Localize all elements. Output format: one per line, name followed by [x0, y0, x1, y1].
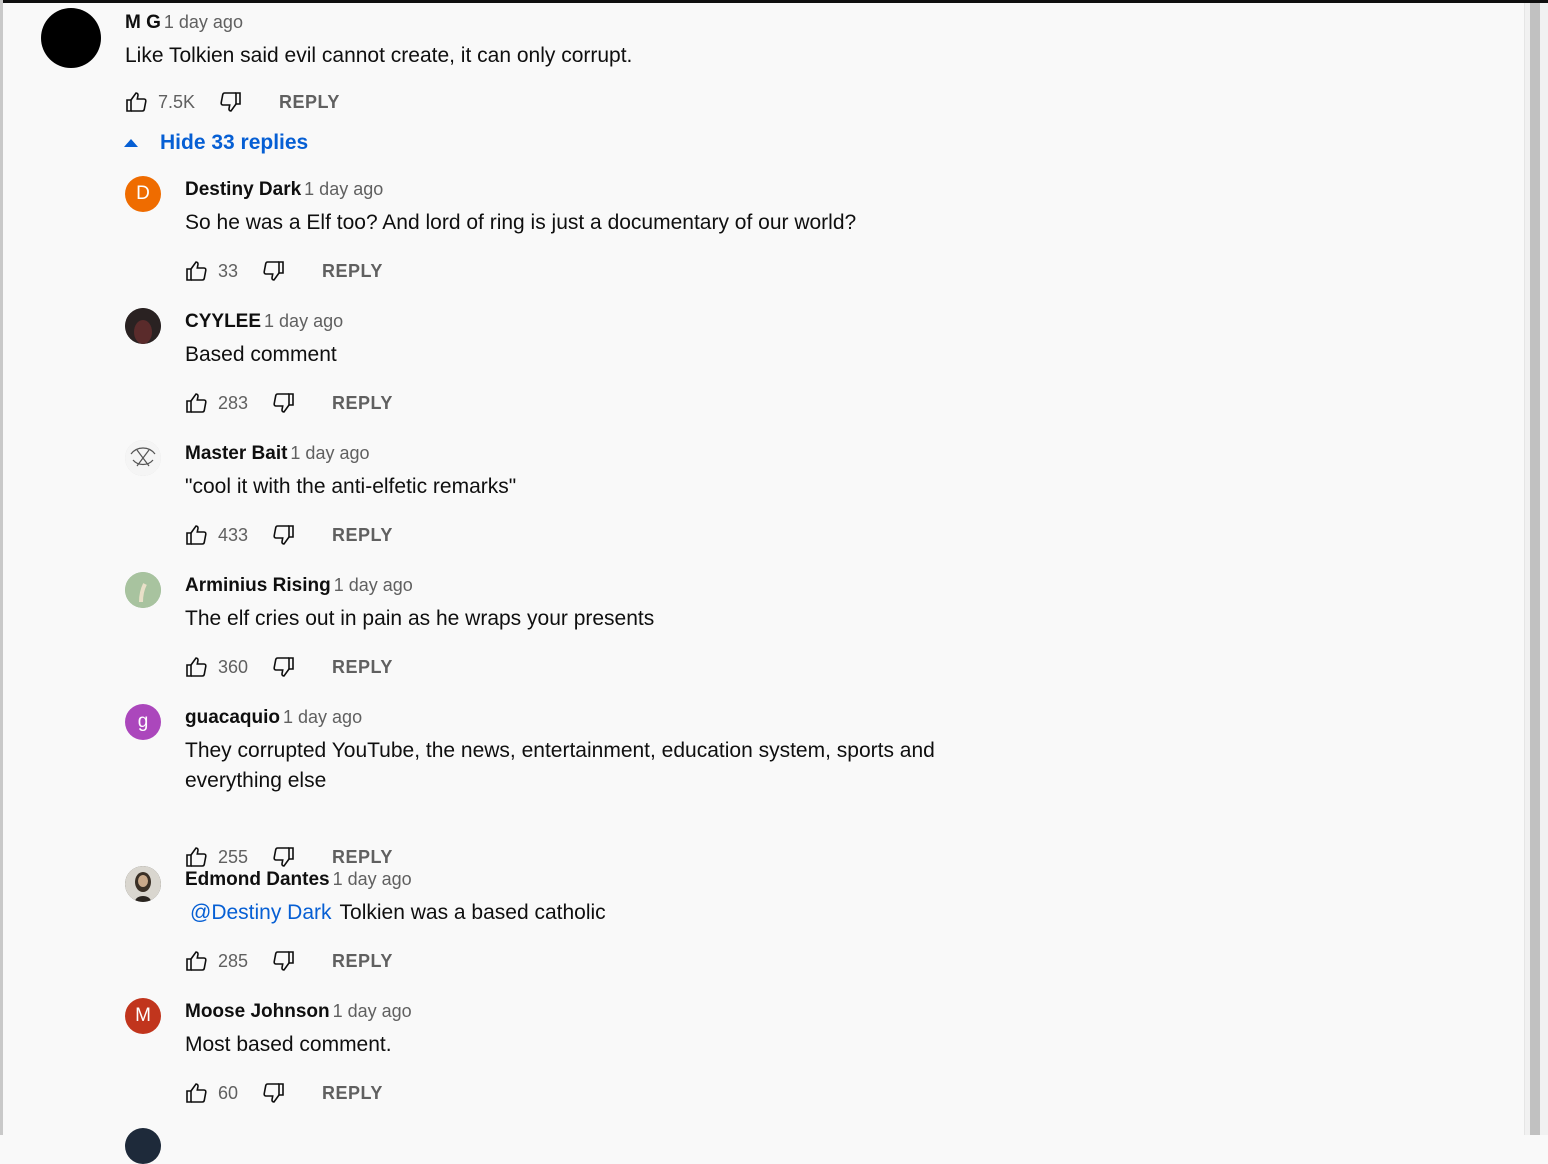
- like-count: 60: [218, 1082, 239, 1103]
- dislike-icon[interactable]: [272, 949, 296, 973]
- reply-comment: M Moose Johnson 1 day ago Most based comm…: [0, 998, 1500, 1120]
- hide-replies-label: Hide 33 replies: [160, 131, 309, 154]
- dislike-icon[interactable]: [219, 90, 243, 114]
- caret-up-icon: [124, 139, 138, 147]
- avatar[interactable]: g: [125, 704, 161, 740]
- comment-author[interactable]: Moose Johnson: [185, 1001, 330, 1022]
- avatar-letter: M: [135, 1005, 151, 1026]
- comment-text: Most based comment.: [185, 1033, 392, 1056]
- like-icon[interactable]: [184, 259, 208, 283]
- avatar[interactable]: D: [125, 176, 161, 212]
- comment-time[interactable]: 1 day ago: [283, 707, 362, 727]
- comment-time[interactable]: 1 day ago: [333, 1001, 412, 1021]
- comment-author[interactable]: Destiny Dark: [185, 179, 301, 200]
- comment-author[interactable]: CYYLEE: [185, 311, 261, 332]
- comment-author[interactable]: Arminius Rising: [185, 575, 331, 596]
- comment-text: The elf cries out in pain as he wraps yo…: [185, 607, 655, 630]
- avatar[interactable]: M: [125, 998, 161, 1034]
- comment-time[interactable]: 1 day ago: [164, 12, 243, 32]
- avatar[interactable]: [41, 8, 101, 68]
- avatar[interactable]: [125, 866, 161, 902]
- reply-button[interactable]: REPLY: [332, 525, 393, 546]
- comment-author[interactable]: Master Bait: [185, 443, 287, 464]
- comment-author[interactable]: Edmond Dantes: [185, 869, 330, 890]
- reply-button[interactable]: REPLY: [322, 261, 383, 282]
- like-icon[interactable]: [184, 949, 208, 973]
- comment-author[interactable]: guacaquio: [185, 707, 280, 728]
- avatar-letter: D: [136, 183, 150, 204]
- reply-button[interactable]: REPLY: [279, 92, 340, 113]
- comment-text: @Destiny Dark Tolkien was a based catholi…: [185, 898, 950, 928]
- like-count: 33: [218, 260, 239, 281]
- top-comment: M G1 day ago Like Tolkien said evil cann…: [0, 0, 1500, 120]
- comment-time[interactable]: 1 day ago: [264, 311, 343, 331]
- like-count: 7.5K: [158, 91, 196, 112]
- avatar[interactable]: [125, 572, 161, 608]
- like-icon[interactable]: [184, 1081, 208, 1105]
- reply-comment: g guacaquio 1 day ago They corrupted YouT…: [0, 704, 1500, 867]
- reply-button[interactable]: REPLY: [332, 393, 393, 414]
- dislike-icon[interactable]: [272, 845, 296, 869]
- avatar[interactable]: [125, 1128, 161, 1164]
- like-icon[interactable]: [184, 845, 208, 869]
- dislike-icon[interactable]: [272, 523, 296, 547]
- like-icon[interactable]: [184, 391, 208, 415]
- like-icon[interactable]: [184, 523, 208, 547]
- hide-replies-button[interactable]: Hide 33 replies: [120, 131, 308, 155]
- comment-text-content: Tolkien was a based catholic: [339, 901, 606, 924]
- avatar-letter: g: [137, 711, 149, 732]
- reply-comment: Edmond Dantes 1 day ago @Destiny Dark Tolk…: [0, 866, 1500, 988]
- mention-link[interactable]: @Destiny Dark: [190, 901, 332, 924]
- like-count: 255: [218, 846, 249, 867]
- comment-time[interactable]: 1 day ago: [290, 443, 369, 463]
- like-count: 285: [218, 950, 249, 971]
- dislike-icon[interactable]: [272, 391, 296, 415]
- avatar[interactable]: [125, 440, 161, 476]
- like-icon[interactable]: [124, 90, 148, 114]
- dislike-icon[interactable]: [262, 259, 286, 283]
- reply-comment: Master Bait 1 day ago "cool it with the a…: [0, 440, 1500, 562]
- comment-text: Based comment: [185, 343, 337, 366]
- comment-time[interactable]: 1 day ago: [334, 575, 413, 595]
- comment-time[interactable]: 1 day ago: [304, 179, 383, 199]
- reply-button[interactable]: REPLY: [332, 951, 393, 972]
- reply-button[interactable]: REPLY: [332, 657, 393, 678]
- comment-author[interactable]: M G: [125, 12, 161, 33]
- dislike-icon[interactable]: [272, 655, 296, 679]
- scrollbar[interactable]: [1524, 3, 1548, 1135]
- like-count: 433: [218, 524, 249, 545]
- like-count: 360: [218, 656, 249, 677]
- reply-button[interactable]: REPLY: [322, 1083, 383, 1104]
- comment-text: They corrupted YouTube, the news, entert…: [185, 739, 935, 792]
- dislike-icon[interactable]: [262, 1081, 286, 1105]
- reply-comment: Arminius Rising 1 day ago The elf cries o…: [0, 572, 1500, 694]
- reply-comment: D Destiny Dark 1 day ago So he was a Elf …: [0, 176, 1500, 298]
- scrollbar-thumb[interactable]: [1530, 3, 1540, 1135]
- comment-time[interactable]: 1 day ago: [333, 869, 412, 889]
- like-count: 283: [218, 392, 249, 413]
- comment-text: "cool it with the anti-elfetic remarks": [185, 475, 517, 498]
- comment-text: So he was a Elf too? And lord of ring is…: [185, 211, 857, 234]
- comment-text: Like Tolkien said evil cannot create, it…: [125, 44, 633, 67]
- reply-comment: CYYLEE 1 day ago Based comment 283 REPLY: [0, 308, 1500, 430]
- like-icon[interactable]: [184, 655, 208, 679]
- avatar[interactable]: [125, 308, 161, 344]
- reply-button[interactable]: REPLY: [332, 847, 393, 868]
